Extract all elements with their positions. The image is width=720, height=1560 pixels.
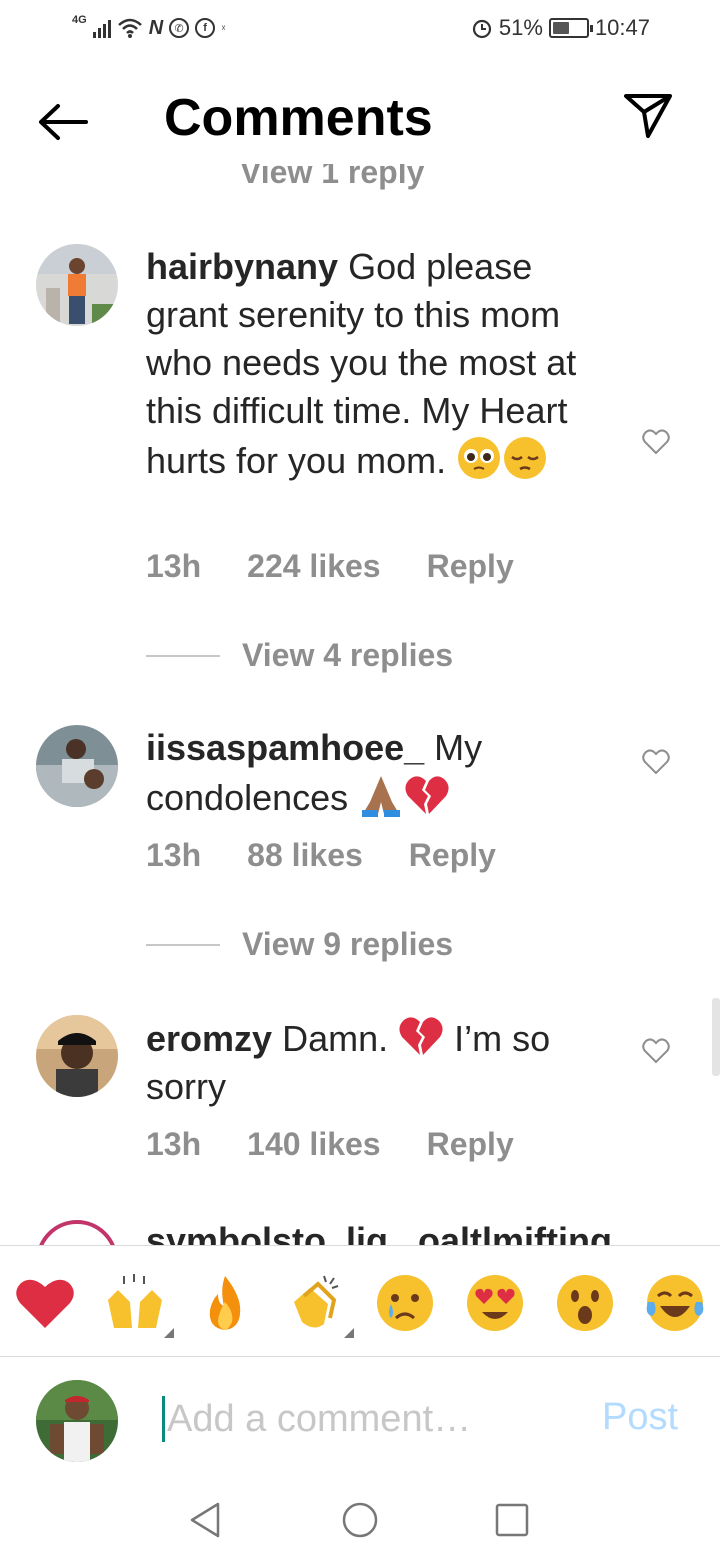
username[interactable]: hairbynany	[146, 246, 338, 287]
status-icons-right: 51% 10:47	[471, 14, 650, 42]
back-arrow-icon[interactable]	[36, 102, 90, 142]
clock: 10:47	[594, 15, 650, 40]
like-heart-icon[interactable]	[642, 1038, 670, 1064]
network-type: 4G	[72, 14, 87, 26]
username[interactable]: eromzy	[146, 1018, 272, 1059]
like-heart-icon[interactable]	[642, 429, 670, 455]
recents-nav-icon[interactable]	[492, 1500, 532, 1540]
astonished-face-emoji[interactable]	[554, 1272, 616, 1334]
status-bar: 4G N ✆ f ☓ 51% 10:47	[0, 0, 720, 56]
view-replies-label[interactable]: View 9 replies	[242, 926, 453, 963]
avatar[interactable]	[36, 1220, 118, 1245]
comment-text: eromzy Damn. I’m so sorry	[146, 1013, 616, 1111]
like-heart-icon[interactable]	[642, 749, 670, 775]
clapping-hands-emoji[interactable]	[284, 1272, 346, 1334]
username[interactable]: iissaspamhoee_	[146, 727, 424, 768]
comment-composer: Post	[0, 1358, 720, 1478]
wifi-icon	[117, 18, 142, 38]
scrollbar[interactable]	[712, 998, 720, 1076]
view-replies-button[interactable]: View 4 replies	[146, 637, 453, 674]
comments-list[interactable]: View 1 reply hairbynany God please grant…	[0, 160, 720, 1245]
tears-of-joy-emoji[interactable]	[644, 1272, 706, 1334]
page-title: Comments	[164, 89, 433, 147]
avatar[interactable]	[36, 725, 118, 807]
battery-percent: 51%	[498, 15, 543, 40]
reply-button[interactable]: Reply	[409, 837, 496, 874]
folded-hands-emoji	[362, 776, 401, 817]
app-notification-icon: ☓	[221, 22, 226, 33]
pensive-face-emoji	[504, 437, 547, 479]
skin-tone-indicator	[164, 1328, 174, 1338]
comment-likes[interactable]: 88 likes	[247, 837, 363, 874]
comment-time: 13h	[146, 1126, 202, 1162]
reply-button[interactable]: Reply	[427, 1126, 514, 1163]
red-heart-emoji[interactable]	[14, 1272, 76, 1334]
home-nav-icon[interactable]	[340, 1500, 380, 1540]
pleading-face-emoji	[458, 437, 501, 479]
user-avatar[interactable]	[36, 1380, 118, 1462]
comment-input[interactable]	[162, 1396, 582, 1442]
whatsapp-icon: ✆	[169, 18, 190, 38]
alarm-icon	[472, 19, 491, 39]
back-nav-icon[interactable]	[186, 1500, 226, 1540]
comment-meta: 13h 140 likes Reply	[146, 1126, 514, 1163]
view-replies-cutoff[interactable]: View 1 reply	[240, 160, 424, 191]
crying-face-emoji[interactable]	[374, 1272, 436, 1334]
broken-heart-emoji	[405, 776, 449, 814]
facebook-icon: f	[195, 18, 216, 38]
comment-time: 13h	[146, 837, 202, 873]
n-app-icon: N	[148, 16, 164, 39]
battery-icon	[548, 18, 593, 38]
status-icons-left: 4G N ✆ f ☓	[72, 14, 226, 42]
view-replies-label[interactable]: View 4 replies	[242, 637, 453, 674]
send-icon[interactable]	[622, 92, 674, 140]
comment-likes[interactable]: 140 likes	[247, 1126, 380, 1163]
divider	[146, 943, 220, 946]
signal-icon	[92, 18, 111, 38]
comment-likes[interactable]: 224 likes	[247, 548, 380, 585]
avatar[interactable]	[36, 244, 118, 326]
comment-time: 13h	[146, 548, 202, 584]
avatar[interactable]	[36, 1015, 118, 1097]
view-replies-button[interactable]: View 9 replies	[146, 926, 453, 963]
post-button[interactable]: Post	[602, 1396, 678, 1439]
comment-meta: 13h 224 likes Reply	[146, 548, 514, 585]
comments-header: Comments	[0, 80, 720, 164]
comment-message-start: Damn.	[282, 1018, 389, 1059]
system-nav-bar	[0, 1478, 720, 1560]
heart-eyes-emoji[interactable]	[464, 1272, 526, 1334]
fire-emoji[interactable]	[194, 1272, 256, 1334]
comment-text: iissaspamhoee_ My condolences	[146, 724, 616, 822]
cutoff-comment-text: symbolsto..lig ..oaltlmifting	[146, 1220, 613, 1245]
broken-heart-emoji	[399, 1017, 443, 1055]
comment-text: hairbynany God please grant serenity to …	[146, 243, 616, 485]
emoji-reaction-bar	[0, 1245, 720, 1357]
comment-meta: 13h 88 likes Reply	[146, 837, 496, 874]
skin-tone-indicator	[344, 1328, 354, 1338]
raising-hands-emoji[interactable]	[104, 1272, 166, 1334]
divider	[146, 654, 220, 657]
reply-button[interactable]: Reply	[427, 548, 514, 585]
